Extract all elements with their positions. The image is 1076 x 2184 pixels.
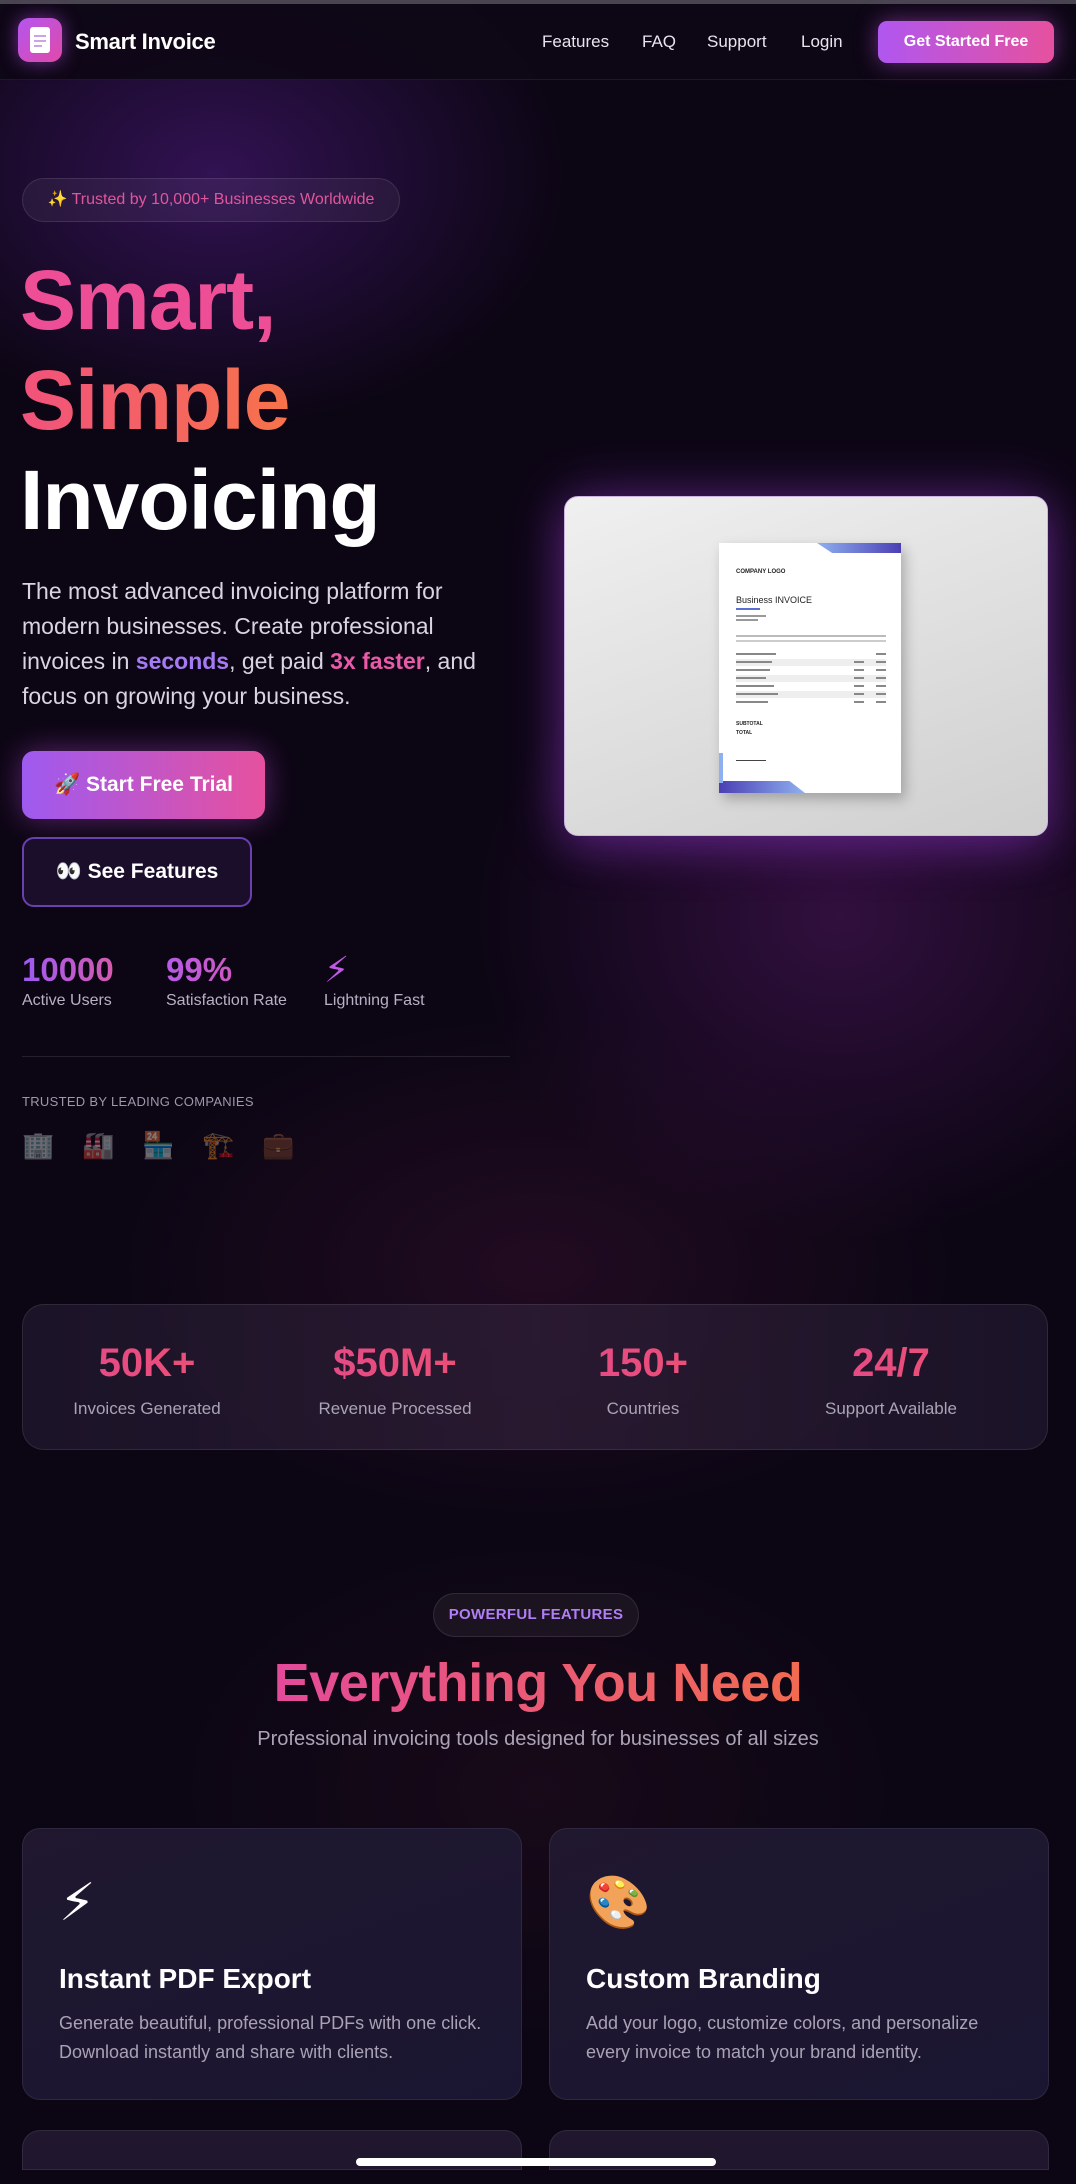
stat-label: Revenue Processed [318,1399,472,1418]
invoice-row [736,675,886,682]
hero-stat-users: 10000 Active Users [22,950,114,1010]
hero-desc-highlight-seconds: seconds [135,648,230,674]
text-line [736,635,886,637]
invoice-row [736,683,886,690]
features-title-text: Everything You Need [273,1653,803,1713]
invoice-title: Business INVOICE [736,595,813,605]
navbar: Smart Invoice Features FAQ Support Login… [0,4,1076,80]
invoice-subtotal: SUBTOTAL [736,721,763,727]
hero-title-line-1: Smart, [20,253,276,347]
stat-label: Countries [606,1399,680,1418]
get-started-button[interactable]: Get Started Free [878,21,1054,63]
invoice-row [736,691,886,698]
decorative-corner [719,753,723,783]
invoice-logo-text: COMPANY LOGO [736,569,786,575]
features-subtitle: Professional invoicing tools designed fo… [257,1728,819,1750]
feature-card-title: Instant PDF Export [59,1963,312,1994]
feature-card-custom-branding[interactable]: 🎨 Custom Branding Add your logo, customi… [549,1828,1049,2100]
see-features-button[interactable]: 👀 See Features [22,837,252,907]
hero-stat-label: Satisfaction Rate [166,992,287,1009]
lightning-icon: ⚡ [59,1874,96,1932]
trusted-badge: ✨ Trusted by 10,000+ Businesses Worldwid… [22,178,400,222]
decorative-corner [817,543,901,553]
stats-panel: 50K+ Invoices Generated $50M+ Revenue Pr… [22,1304,1048,1450]
stat-value: 24/7 [767,1341,1015,1385]
invoice-row [736,699,886,706]
invoice-row [736,651,886,658]
invoice-total: TOTAL [736,730,753,736]
feature-card-description: Generate beautiful, professional PDFs wi… [59,2013,482,2062]
logo-icon[interactable] [18,18,62,62]
decorative-corner [719,781,805,793]
stat-value: 150+ [519,1341,767,1385]
features-badge: POWERFUL FEATURES [433,1593,639,1637]
stat-value: $50M+ [271,1341,519,1385]
feature-card-pdf-export[interactable]: ⚡ Instant PDF Export Generate beautiful,… [22,1828,522,2100]
signature [736,753,766,761]
hero-stat-value: 10000 [22,951,114,988]
trusted-companies-label: TRUSTED BY LEADING COMPANIES [22,1094,254,1109]
nav-link-login[interactable]: Login [801,32,843,52]
document-icon [30,27,50,53]
divider [22,1056,510,1057]
invoice-row [736,667,886,674]
office-building-icon: 🏢 [22,1130,55,1160]
invoice-preview: COMPANY LOGO Business INVOICE SUBTOTAL T… [564,496,1048,836]
stat-value: 50K+ [23,1341,271,1385]
stat-countries: 150+ Countries [519,1341,767,1419]
invoice-document: COMPANY LOGO Business INVOICE SUBTOTAL T… [719,543,901,793]
hero-title-line-2: Simple [20,353,290,447]
brand-name[interactable]: Smart Invoice [75,29,216,55]
text-line [736,619,758,621]
stat-label: Invoices Generated [73,1399,221,1418]
hero-stat-label: Lightning Fast [324,992,425,1009]
lightning-icon: ⚡ [324,949,350,990]
factory-icon: 🏭 [82,1130,115,1160]
invoice-rule [736,608,760,610]
home-indicator[interactable] [356,2158,716,2166]
nav-link-faq[interactable]: FAQ [642,32,676,52]
start-free-trial-button[interactable]: 🚀 Start Free Trial [22,751,265,819]
hero-desc-part-2: , get paid [229,648,331,674]
hero-desc-highlight-faster: 3x faster [330,648,425,674]
hero-stat-label: Active Users [22,992,112,1009]
hero-stat-value: 99% [166,950,287,990]
feature-card-description: Add your logo, customize colors, and per… [586,2013,979,2062]
store-icon: 🏪 [142,1130,175,1160]
stat-invoices: 50K+ Invoices Generated [23,1341,271,1419]
hero-description: The most advanced invoicing platform for… [22,574,512,714]
text-line [736,640,886,642]
briefcase-icon: 💼 [262,1130,295,1160]
feature-card-title: Custom Branding [586,1963,821,1994]
nav-link-support[interactable]: Support [707,32,767,52]
hero-title-line-3: Invoicing [20,453,381,547]
hero-stat-satisfaction: 99% Satisfaction Rate [166,950,287,1010]
stat-label: Support Available [824,1399,957,1418]
hero-stat-speed: ⚡ Lightning Fast [324,950,425,1010]
text-line [736,615,766,617]
construction-icon: 🏗️ [202,1130,235,1160]
features-title: Everything You Need [0,1652,1076,1714]
stat-revenue: $50M+ Revenue Processed [271,1341,519,1419]
nav-link-features[interactable]: Features [542,32,609,52]
invoice-row [736,659,886,666]
stat-support: 24/7 Support Available [767,1341,1015,1419]
palette-icon: 🎨 [586,1874,651,1932]
